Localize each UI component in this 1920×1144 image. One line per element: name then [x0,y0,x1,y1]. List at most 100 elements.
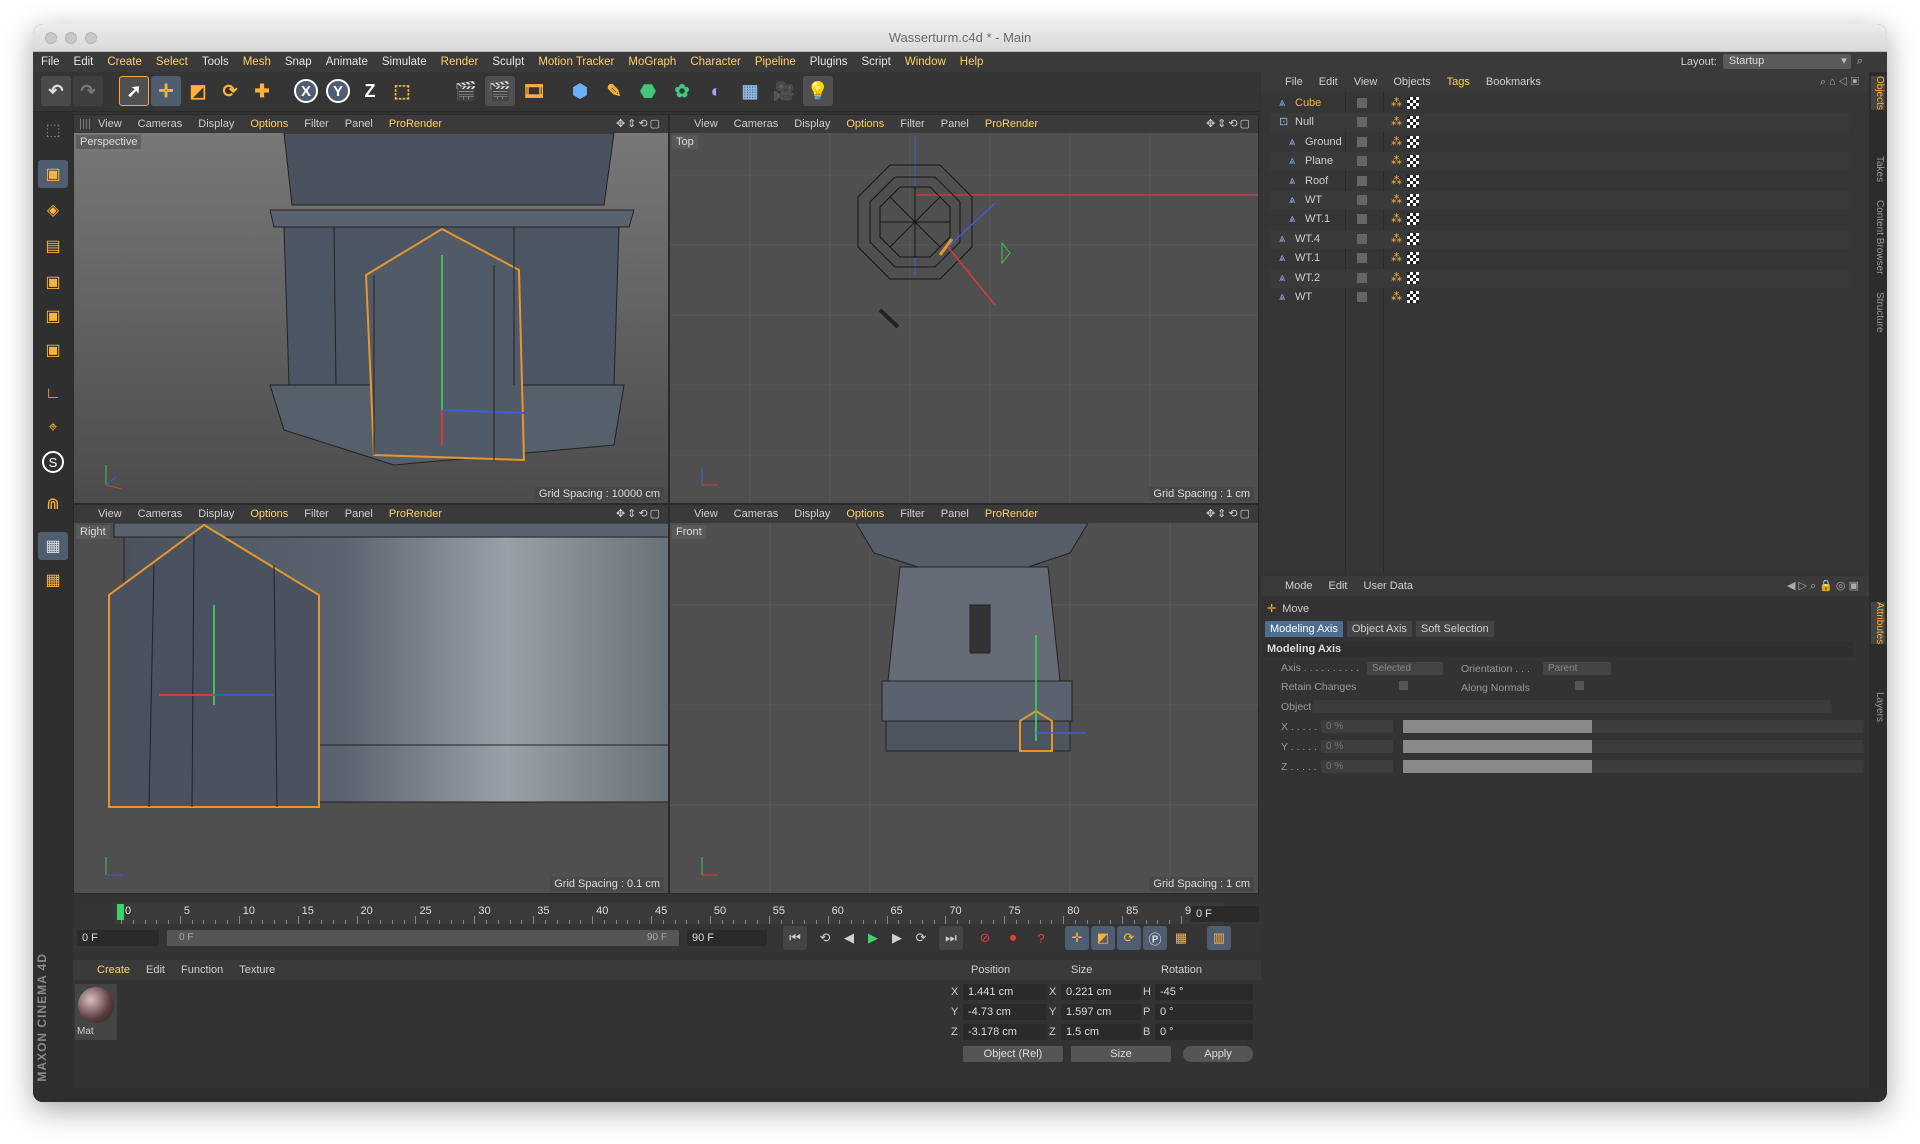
om-menu-file[interactable]: File [1285,76,1303,88]
phong-tag-icon[interactable]: ⁂ [1391,172,1402,191]
viewport-menu-panel[interactable]: Panel [941,118,969,130]
workplane-lock-icon[interactable]: ▦ [38,532,68,560]
size-y-field[interactable]: 1.597 cm [1061,1004,1141,1020]
viewport-menu-options[interactable]: Options [250,118,288,130]
size-z-field[interactable]: 1.5 cm [1061,1024,1141,1040]
position-z-field[interactable]: -3.178 cm [963,1024,1047,1040]
phong-tag-icon[interactable]: ⁂ [1391,230,1402,249]
viewport-menu-prorender[interactable]: ProRender [985,118,1038,130]
magnet-icon[interactable]: ⋒ [38,490,68,518]
menu-mesh[interactable]: Mesh [243,56,271,68]
visibility-toggle-icon[interactable] [1357,136,1367,147]
range-slider[interactable]: 0 F 90 F [167,930,679,946]
object-row[interactable]: ⩓ WT.2 ⁂ [1269,268,1849,288]
viewport-menu-cameras[interactable]: Cameras [734,508,779,520]
menu-plugins[interactable]: Plugins [810,56,848,68]
render-settings-icon[interactable]: 🎞 [519,76,549,106]
om-menu-view[interactable]: View [1354,76,1378,88]
object-row[interactable]: ⩓ WT ⁂ [1269,191,1849,210]
size-x-field[interactable]: 0.221 cm [1061,984,1141,1000]
object-row[interactable]: ⩓ WT.1 ⁂ [1269,210,1849,229]
points-mode-icon[interactable]: ▣ [38,268,68,296]
scale-key-icon[interactable]: ◩ [1091,926,1115,950]
viewport-menu-panel[interactable]: Panel [941,508,969,520]
menu-motion-tracker[interactable]: Motion Tracker [538,56,614,68]
timeline-window-icon[interactable]: ▥ [1207,926,1231,950]
start-frame-field[interactable]: 0 F [77,930,159,946]
visibility-toggle-icon[interactable] [1357,175,1367,186]
tab-attributes[interactable]: Attributes [1871,602,1885,645]
render-view-icon[interactable]: 🎬 [451,76,481,106]
menu-select[interactable]: Select [156,56,188,68]
object-row[interactable]: ⩓ WT.1 ⁂ [1269,249,1849,268]
object-row[interactable]: ⩓ WT ⁂ [1269,288,1849,307]
material-tag-icon[interactable] [1407,213,1419,226]
render-picture-viewer-icon[interactable]: 🎬 [485,76,515,106]
visibility-toggle-icon[interactable] [1357,272,1367,283]
minimize-window-button[interactable] [65,32,77,44]
go-to-end-icon[interactable]: ⏭ [939,926,963,950]
go-to-start-icon[interactable]: ⏮ [783,926,807,950]
om-menu-edit[interactable]: Edit [1319,76,1338,88]
redo-icon[interactable]: ↷ [73,76,103,106]
viewport-perspective[interactable]: View Cameras Display Options Filter Pane… [73,114,669,504]
make-editable-icon[interactable]: ⬚ [38,116,68,144]
menu-snap[interactable]: Snap [285,56,312,68]
keyframe-selection-icon[interactable]: ? [1029,926,1053,950]
along-normals-checkbox[interactable] [1575,681,1584,690]
y-percent-field[interactable]: 0 % [1321,740,1393,753]
tab-modeling-axis[interactable]: Modeling Axis [1265,621,1343,637]
polygons-mode-icon[interactable]: ▣ [38,336,68,364]
mm-menu-function[interactable]: Function [181,964,223,976]
visibility-toggle-icon[interactable] [1357,292,1367,302]
visibility-toggle-icon[interactable] [1357,98,1367,108]
apply-button[interactable]: Apply [1183,1046,1253,1062]
phong-tag-icon[interactable]: ⁂ [1391,210,1402,229]
object-name[interactable]: WT.1 [1295,249,1320,268]
rotation-key-icon[interactable]: ⟳ [1117,926,1141,950]
material-tag-icon[interactable] [1407,97,1419,109]
viewport-menu-options[interactable]: Options [250,508,288,520]
floor-scene-icon[interactable]: ▦ [735,76,765,106]
object-link-field[interactable] [1313,700,1831,713]
material-tag-icon[interactable] [1407,194,1419,206]
transform-tool-icon[interactable]: ✚ [247,76,277,106]
record-active-icon[interactable]: ⊘ [973,926,997,950]
move-tool-icon[interactable]: ✛ [151,76,181,106]
next-frame-icon[interactable]: ▶ [885,926,909,950]
position-x-field[interactable]: 1.441 cm [963,984,1047,1000]
subdivision-icon[interactable]: ⬣ [633,76,663,106]
viewport-menu-display[interactable]: Display [794,508,830,520]
viewport-menu-cameras[interactable]: Cameras [138,508,183,520]
locked-workplane-icon[interactable]: ▦ [38,566,68,594]
size-mode-dropdown[interactable]: Size [1071,1046,1171,1062]
menu-edit[interactable]: Edit [74,56,94,68]
mm-menu-texture[interactable]: Texture [239,964,275,976]
undo-icon[interactable]: ↶ [41,76,71,106]
object-row[interactable]: ⩓ Ground ⁂ [1269,133,1849,152]
material-tag-icon[interactable] [1407,252,1419,265]
position-y-field[interactable]: -4.73 cm [963,1004,1047,1020]
am-toolbar-icons[interactable]: ◀ ▷ ⌕ 🔒 ◎ ▣ [1787,579,1859,593]
axis-dropdown[interactable]: Selected [1367,662,1443,675]
object-name[interactable]: Roof [1305,172,1328,191]
object-row[interactable]: ⩓ WT.4 ⁂ [1269,229,1849,249]
scale-tool-icon[interactable]: ◩ [183,76,213,106]
tab-objects[interactable]: Objects [1871,76,1885,110]
phong-tag-icon[interactable]: ⁂ [1391,249,1402,268]
object-name[interactable]: Null [1295,113,1314,132]
material-tag-icon[interactable] [1407,155,1419,168]
viewport-menu-panel[interactable]: Panel [345,118,373,130]
viewport-menu-view[interactable]: View [98,508,122,520]
tab-structure[interactable]: Structure [1871,292,1885,333]
viewport-navigation-icons[interactable]: ✥⇕⟲▢ [1206,117,1252,130]
viewport-menu-display[interactable]: Display [198,118,234,130]
tweak-mode-icon[interactable]: ⌖ [38,414,68,442]
y-slider-track[interactable] [1403,740,1863,753]
tab-soft-selection[interactable]: Soft Selection [1415,621,1494,637]
phong-tag-icon[interactable]: ⁂ [1391,113,1402,132]
object-name[interactable]: WT.4 [1295,230,1320,249]
viewport-top[interactable]: View Cameras Display Options Filter Pane… [669,114,1259,504]
viewport-front[interactable]: View Cameras Display Options Filter Pane… [669,504,1259,894]
x-slider-track[interactable] [1403,720,1863,733]
